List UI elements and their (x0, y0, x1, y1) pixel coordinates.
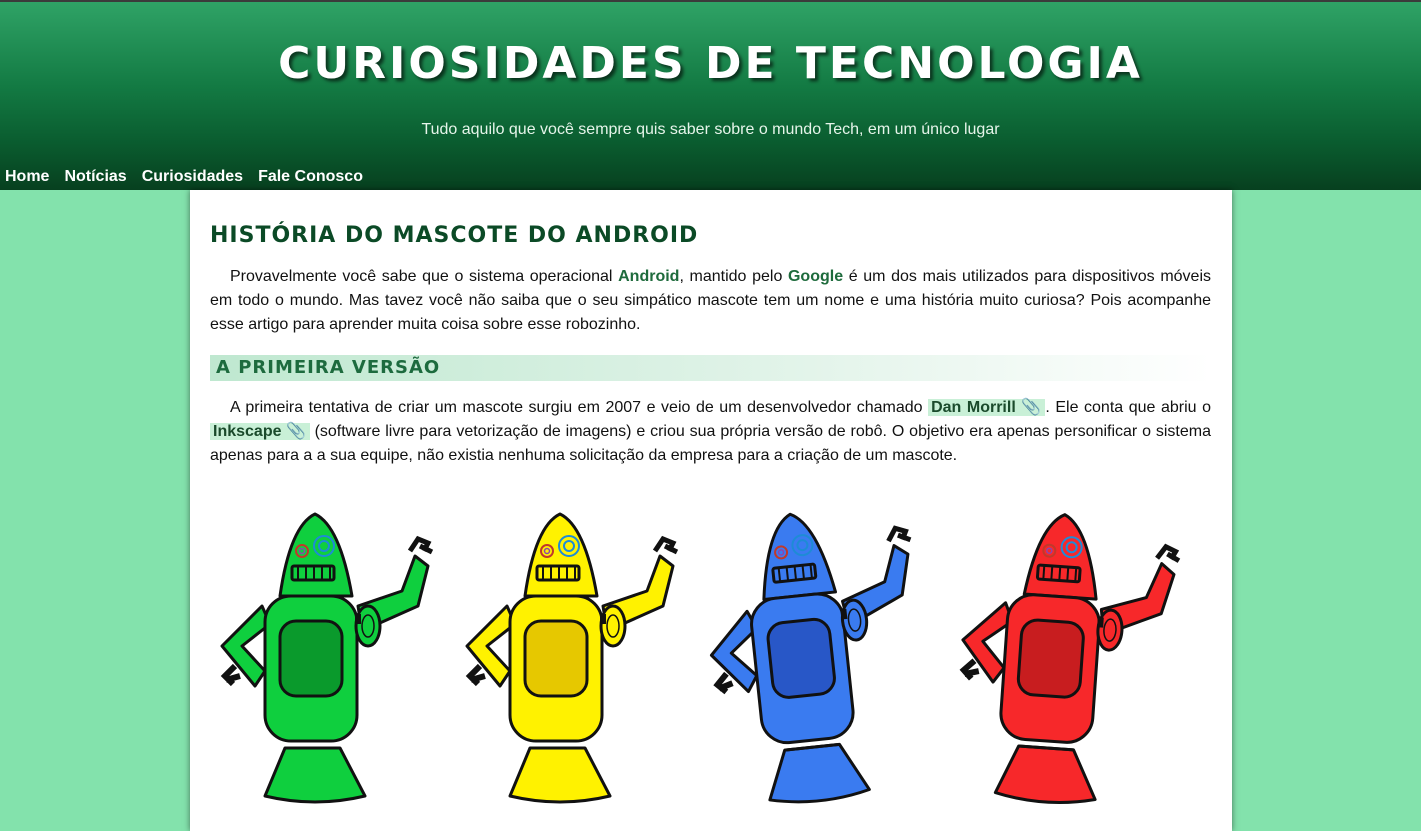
section-title-primeira-versao: A primeira versão (210, 355, 1211, 381)
robot-figure-4 (959, 513, 1181, 804)
nav-home[interactable]: Home (5, 168, 49, 186)
google-highlight: Google (787, 268, 844, 285)
main-nav: Home Notícias Curiosidades Fale Conosco (5, 168, 363, 186)
link-dan-morrill[interactable]: Dan Morrill 📎 (928, 399, 1046, 416)
paperclip-icon: 📎 (286, 423, 307, 440)
article-title: História do mascote do Android (210, 223, 699, 248)
section-paragraph: A primeira tentativa de criar um mascote… (210, 399, 1212, 464)
site-title: CURIOSIDADES DE TECNOLOGIA (278, 38, 1143, 89)
intro-paragraph: Provavelmente você sabe que o sistema op… (210, 268, 1212, 333)
nav-noticias[interactable]: Notícias (64, 168, 126, 186)
robot-figure-2 (465, 512, 679, 804)
nav-fale-conosco[interactable]: Fale Conosco (258, 168, 363, 186)
robot-figure-3 (709, 512, 912, 804)
robot-figure-1 (220, 512, 434, 804)
paperclip-icon: 📎 (1021, 399, 1043, 416)
android-highlight: Android (618, 268, 680, 285)
site-subtitle: Tudo aquilo que você sempre quis saber s… (421, 121, 1000, 138)
robots-image (220, 512, 1181, 804)
article-container: História do mascote do Android Provavelm… (190, 190, 1232, 831)
site-header: CURIOSIDADES DE TECNOLOGIA Tudo aquilo q… (0, 0, 1421, 190)
nav-curiosidades[interactable]: Curiosidades (142, 168, 243, 186)
link-inkscape[interactable]: Inkscape 📎 (210, 423, 310, 440)
